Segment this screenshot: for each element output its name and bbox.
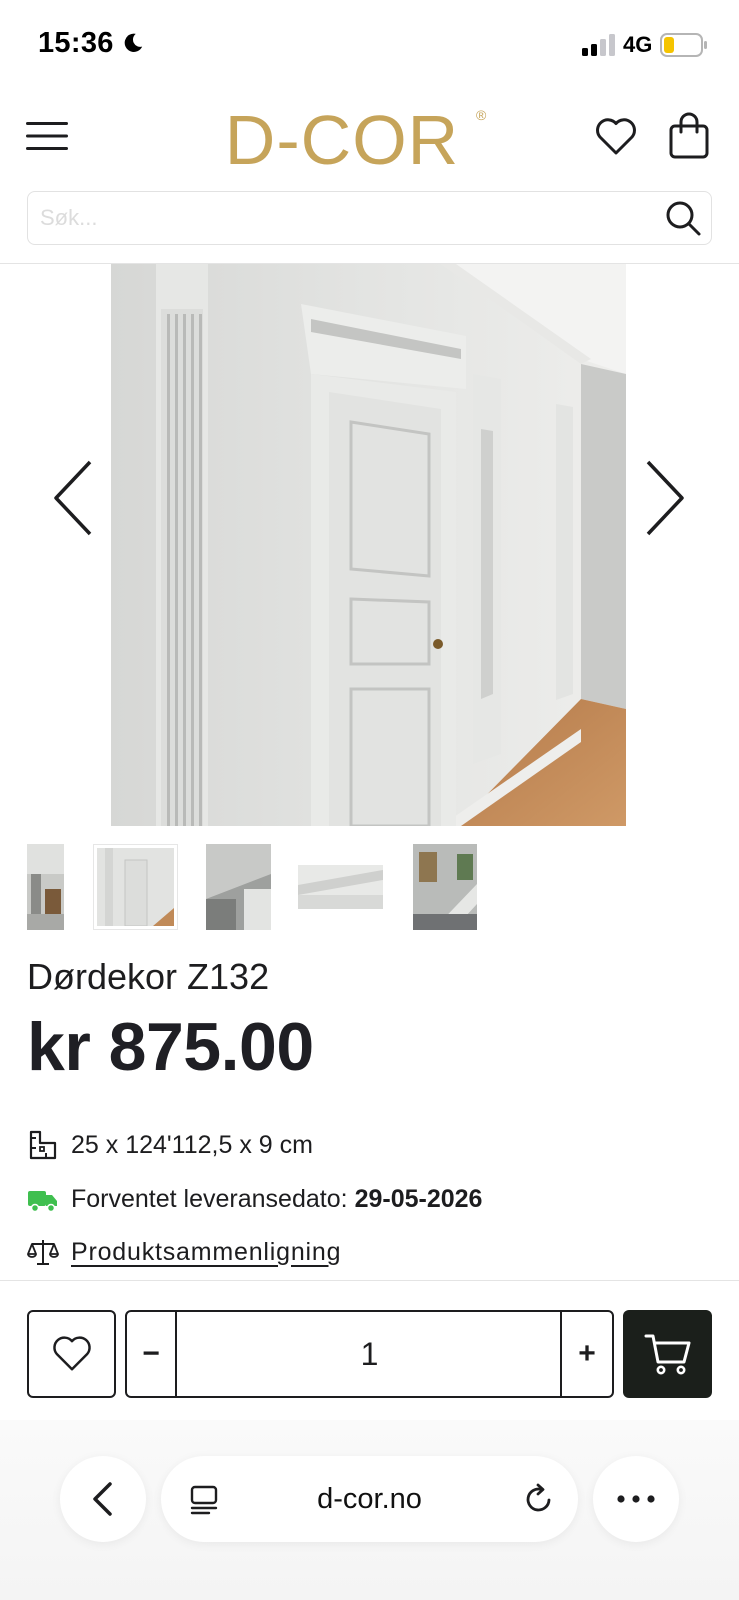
hamburger-menu-icon[interactable] [26,118,70,154]
signal-icon [582,34,615,56]
shopping-bag-icon[interactable] [668,112,710,160]
add-to-cart-button[interactable] [623,1310,712,1398]
action-divider [0,1280,739,1281]
brand-logo[interactable]: D-COR ® [200,100,500,179]
ruler-building-icon [29,1130,57,1160]
status-time: 15:36 [38,27,114,59]
quantity-value[interactable]: 1 [177,1312,562,1396]
thumbnail-4[interactable] [298,865,383,909]
battery-icon [660,33,707,57]
url-text: d-cor.no [317,1482,422,1515]
dimensions-text: 25 x 124'112,5 x 9 cm [71,1130,313,1159]
moon-icon [124,33,143,52]
thumbnail-1[interactable] [27,844,64,930]
scales-icon [27,1240,59,1265]
search-input[interactable] [40,192,640,244]
thumbnail-strip [27,844,727,930]
product-title: Dørdekor Z132 [27,956,270,997]
thumbnail-3[interactable] [206,844,271,930]
browser-toolbar: d-cor.no [0,1420,739,1600]
status-bar: 15:36 4G [0,0,739,90]
more-options-button[interactable] [593,1456,679,1542]
product-compare-link[interactable]: Produktsammenligning [71,1238,341,1267]
delivery-date: 29-05-2026 [354,1184,483,1213]
logo-registered-mark: ® [476,107,487,123]
quantity-stepper: − 1 + [125,1310,614,1398]
quantity-decrease-button[interactable]: − [127,1312,177,1396]
thumbnail-2[interactable] [93,844,178,930]
delivery-truck-icon [28,1191,57,1213]
reload-icon[interactable] [522,1482,556,1516]
quantity-increase-button[interactable]: + [560,1312,612,1396]
search-bar [27,191,712,245]
heart-icon [52,1336,91,1371]
browser-back-button[interactable] [60,1456,146,1542]
network-type: 4G [623,32,653,57]
delivery-label: Forventet leveransedato: [71,1184,348,1213]
address-bar[interactable]: d-cor.no [161,1456,578,1542]
gallery-previous-arrow-icon[interactable] [50,458,98,538]
compare-row: Produktsammenligning [27,1234,341,1270]
logo-text: D-COR [225,101,459,172]
search-icon[interactable] [663,198,703,238]
thumbnail-5[interactable] [413,844,477,930]
product-main-image[interactable] [111,264,626,826]
chevron-left-icon [93,1482,112,1516]
dimensions-row: 25 x 124'112,5 x 9 cm [27,1127,313,1163]
cart-icon [644,1334,690,1375]
delivery-row: Forventet leveransedato: 29-05-2026 [27,1181,482,1217]
add-to-wishlist-button[interactable] [27,1310,116,1398]
ellipsis-icon [617,1495,655,1503]
gallery-next-arrow-icon[interactable] [640,458,688,538]
wishlist-heart-icon[interactable] [594,114,638,158]
product-price: kr 875.00 [27,1009,314,1085]
